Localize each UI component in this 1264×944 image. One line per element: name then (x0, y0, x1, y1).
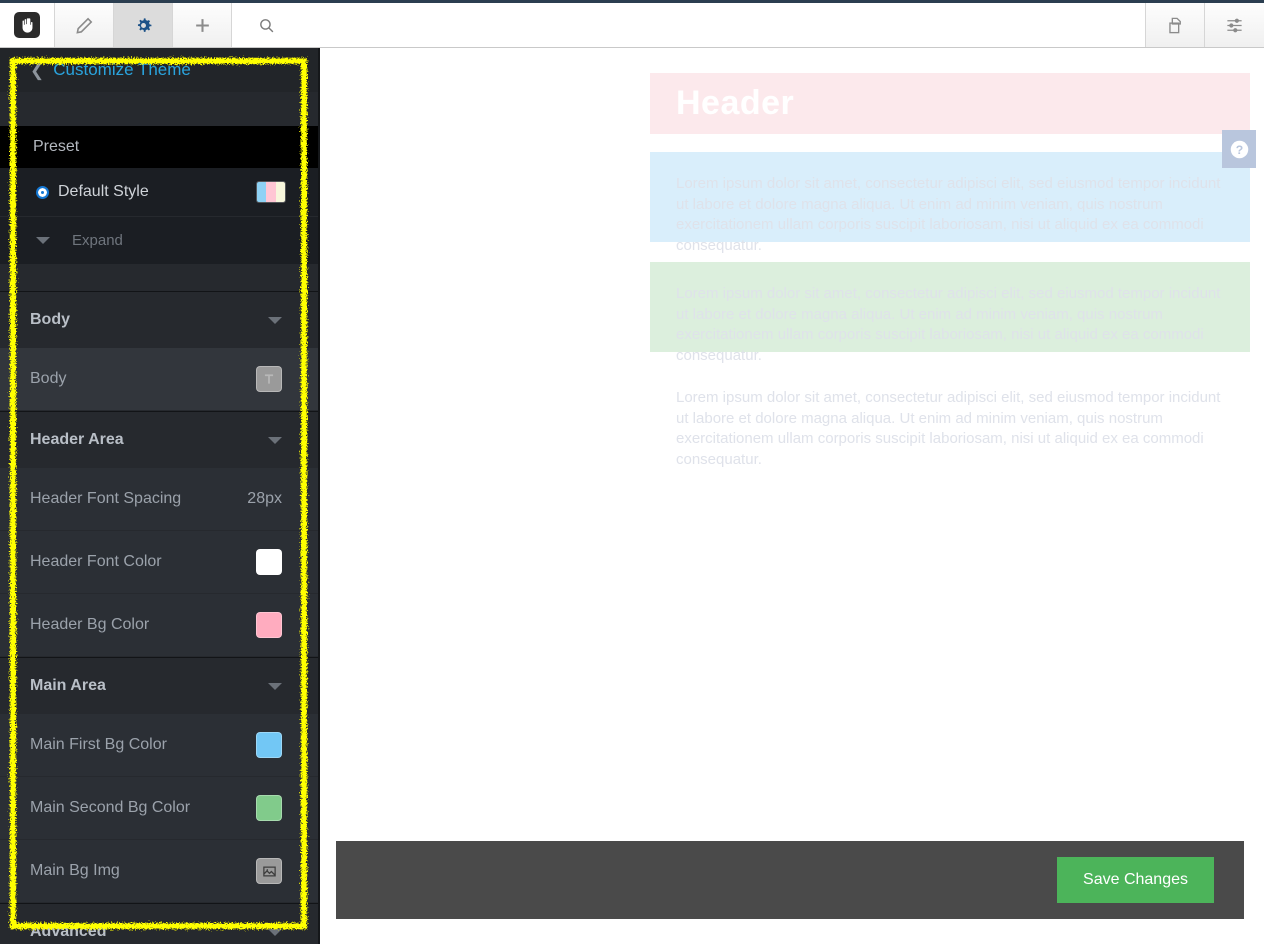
gear-icon (137, 17, 151, 32)
main-second-bg-color-swatch[interactable] (256, 795, 282, 821)
preset-heading: Preset (0, 126, 320, 168)
section-body[interactable]: Body (0, 291, 320, 348)
sidebar-spacer-2 (0, 265, 320, 291)
text-icon (264, 374, 274, 384)
row-main-first-bg-color[interactable]: Main First Bg Color (0, 714, 320, 777)
body-color-swatch[interactable] (256, 366, 282, 392)
svg-text:?: ? (1235, 143, 1242, 157)
row-body[interactable]: Body (0, 348, 320, 411)
row-label: Header Font Spacing (30, 490, 182, 507)
sidebar-scroll-area[interactable]: ❮ Customize Theme Preset Default Style E… (0, 48, 320, 944)
help-button[interactable]: ? (1222, 130, 1256, 168)
expand-label: Expand (72, 232, 123, 249)
hand-icon (14, 12, 40, 38)
preset-expand-row[interactable]: Expand (0, 217, 320, 265)
section-main-area[interactable]: Main Area (0, 657, 320, 714)
preset-swatch-band-1 (257, 182, 267, 202)
chevron-down-icon[interactable] (268, 682, 282, 690)
preset-default-style-row[interactable]: Default Style (0, 168, 320, 217)
customize-theme-sidebar: ❮ Customize Theme Preset Default Style E… (0, 48, 320, 944)
row-value[interactable]: 28px (247, 490, 282, 508)
section-header-area[interactable]: Header Area (0, 411, 320, 468)
image-icon (262, 866, 276, 876)
plus-icon (195, 18, 209, 32)
search-icon (260, 18, 274, 32)
preview-paragraph-plain: Lorem ipsum dolor sit amet, consectetur … (676, 389, 1221, 469)
copy-icon (1168, 17, 1181, 33)
theme-preview-pane: Header ? Lorem ipsum dolor sit amet, con… (320, 48, 1264, 944)
preview-paragraph-green: Lorem ipsum dolor sit amet, consectetur … (676, 285, 1221, 365)
header-bg-color-swatch[interactable] (256, 612, 282, 638)
preview-plain-block: Lorem ipsum dolor sit amet, consectetur … (650, 388, 1250, 471)
home-button[interactable] (0, 3, 55, 47)
sliders-icon (1227, 18, 1242, 32)
row-label: Header Bg Color (30, 616, 150, 633)
preview-header-block: Header (650, 73, 1250, 134)
row-label: Header Font Color (30, 553, 162, 570)
chevron-down-icon (36, 237, 50, 244)
section-title: Header Area (30, 431, 124, 448)
section-title: Body (30, 311, 70, 328)
preset-option-label: Default Style (58, 183, 149, 200)
row-main-second-bg-color[interactable]: Main Second Bg Color (0, 777, 320, 840)
chevron-down-icon[interactable] (268, 928, 282, 936)
section-advanced[interactable]: Advanced (0, 903, 320, 944)
tab-settings[interactable] (114, 3, 173, 47)
sidebar-header: ❮ Customize Theme (0, 48, 320, 92)
preview-second-block: Lorem ipsum dolor sit amet, consectetur … (650, 262, 1250, 364)
row-label: Main Second Bg Color (30, 799, 191, 816)
pencil-icon (75, 17, 92, 34)
preview-header-title: Header (676, 84, 795, 122)
tab-add[interactable] (173, 3, 232, 47)
row-header-font-spacing[interactable]: Header Font Spacing 28px (0, 468, 320, 531)
chevron-down-icon[interactable] (268, 436, 282, 444)
top-toolbar (0, 0, 1264, 48)
page-title: Customize Theme (53, 60, 191, 79)
main-first-bg-color-swatch[interactable] (256, 732, 282, 758)
row-main-bg-img[interactable]: Main Bg Img (0, 840, 320, 903)
preview-first-block: Lorem ipsum dolor sit amet, consectetur … (650, 152, 1250, 254)
row-label: Main First Bg Color (30, 736, 167, 753)
settings-sliders-button[interactable] (1205, 3, 1264, 47)
radio-selected-icon[interactable] (36, 185, 49, 199)
chevron-left-icon[interactable]: ❮ (30, 62, 44, 79)
save-bar: Save Changes (336, 841, 1244, 919)
search-bar[interactable] (232, 3, 1146, 47)
preset-swatch-band-2 (266, 182, 276, 202)
save-changes-button[interactable]: Save Changes (1057, 857, 1214, 903)
tab-edit[interactable] (55, 3, 114, 47)
row-label: Main Bg Img (30, 862, 120, 879)
row-header-font-color[interactable]: Header Font Color (0, 531, 320, 594)
chevron-down-icon[interactable] (268, 316, 282, 324)
preset-swatch[interactable] (256, 181, 286, 203)
sidebar-spacer (0, 92, 320, 126)
header-font-color-swatch[interactable] (256, 549, 282, 575)
preview-paragraph-blue: Lorem ipsum dolor sit amet, consectetur … (676, 175, 1221, 255)
section-title: Advanced (30, 923, 107, 940)
row-label: Body (30, 370, 67, 387)
app-window: ❮ Customize Theme Preset Default Style E… (0, 0, 1264, 944)
question-mark-icon: ? (1230, 140, 1248, 158)
search-input[interactable] (285, 10, 1145, 40)
duplicate-button[interactable] (1146, 3, 1205, 47)
section-title: Main Area (30, 677, 106, 694)
preset-swatch-band-3 (275, 182, 285, 202)
row-header-bg-color[interactable]: Header Bg Color (0, 594, 320, 657)
main-bg-img-swatch[interactable] (256, 858, 282, 884)
